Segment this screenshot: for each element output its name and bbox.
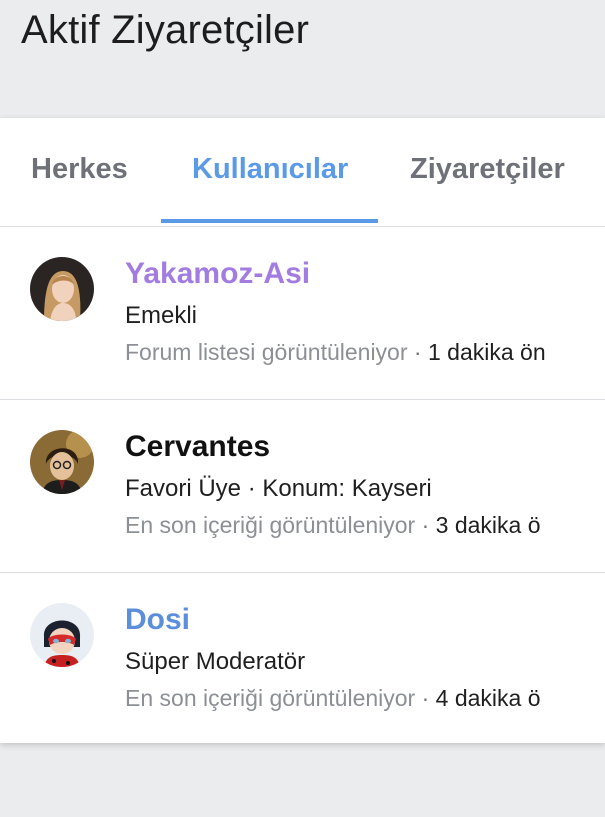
member-name[interactable]: Yakamoz-Asi (125, 257, 310, 291)
activity-text[interactable]: En son içeriği görüntüleniyor (125, 512, 415, 538)
online-list-card: Herkes Kullanıcılar Ziyaretçiler Yakamoz… (0, 118, 605, 743)
member-name[interactable]: Cervantes (125, 430, 270, 464)
member-title: Emekli (125, 302, 198, 329)
avatar[interactable] (30, 603, 94, 667)
page-title: Aktif Ziyaretçiler (21, 8, 310, 52)
tab-ziyaretciler[interactable]: Ziyaretçiler (410, 153, 565, 186)
tab-kullanicilar[interactable]: Kullanıcılar (192, 153, 348, 186)
list-item: Dosi Süper Moderatör En son içeriği görü… (0, 573, 605, 745)
activity-separator: · (421, 512, 430, 538)
member-title: Süper Moderatör (125, 648, 306, 675)
activity-time: 4 dakika ö (435, 685, 541, 711)
member-activity: En son içeriği görüntüleniyor · 4 dakika… (125, 685, 541, 712)
avatar[interactable] (30, 430, 94, 494)
list-item: Cervantes Favori Üye · Konum: Kayseri En… (0, 400, 605, 573)
member-activity: En son içeriği görüntüleniyor · 3 dakika… (125, 512, 541, 539)
member-title: Favori Üye · Konum: Kayseri (125, 475, 432, 502)
member-name[interactable]: Dosi (125, 603, 190, 637)
activity-time: 3 dakika ö (435, 512, 541, 538)
active-tab-indicator (161, 219, 378, 223)
tab-herkes[interactable]: Herkes (31, 153, 128, 186)
activity-time: 1 dakika ön (427, 339, 546, 365)
member-activity: Forum listesi görüntüleniyor · 1 dakika … (125, 339, 546, 366)
activity-separator: · (421, 685, 430, 711)
activity-text[interactable]: En son içeriği görüntüleniyor (125, 685, 415, 711)
activity-text[interactable]: Forum listesi görüntüleniyor (125, 339, 408, 365)
list-item: Yakamoz-Asi Emekli Forum listesi görüntü… (0, 227, 605, 400)
avatar[interactable] (30, 257, 94, 321)
activity-separator: · (413, 339, 422, 365)
tab-bar: Herkes Kullanıcılar Ziyaretçiler (0, 118, 605, 227)
